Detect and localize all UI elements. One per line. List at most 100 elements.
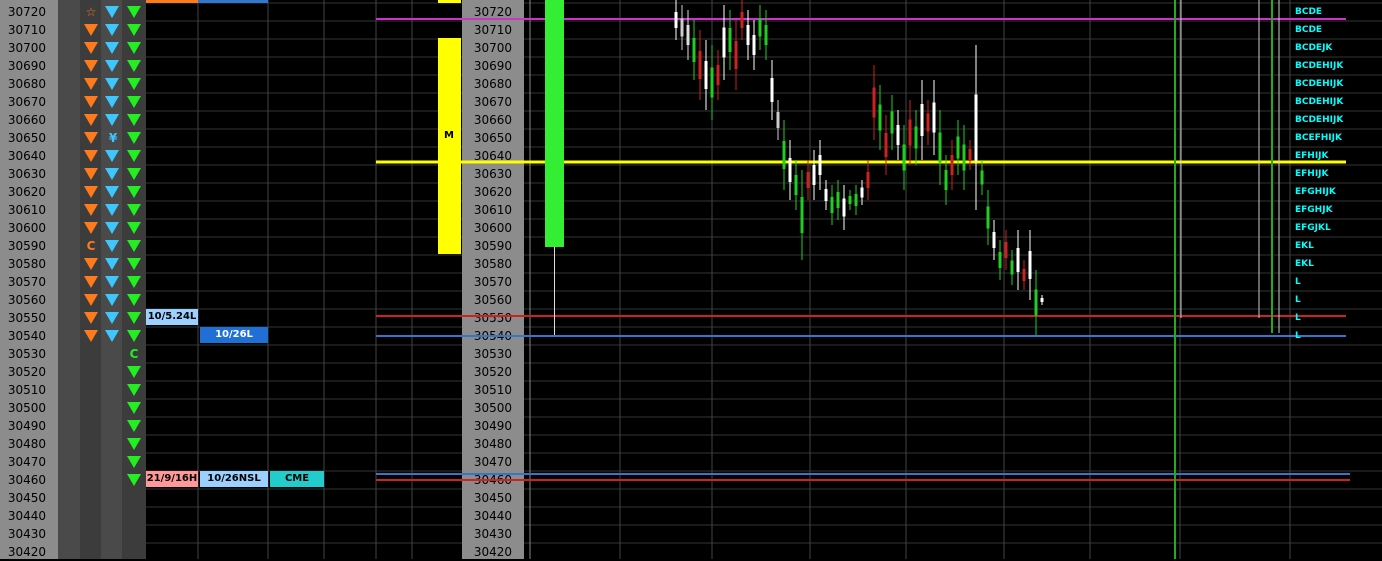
cyan-triangle-icon <box>105 240 119 252</box>
candle-body <box>1028 251 1032 279</box>
candle-body <box>896 125 900 145</box>
tpo-letter-row: BCDE <box>1295 25 1323 35</box>
green-triangle-icon <box>127 276 141 288</box>
tpo-letter-row: EFHIJK <box>1295 151 1329 161</box>
green-triangle-icon <box>127 384 141 396</box>
green-volume-wick <box>554 247 555 335</box>
candle-body <box>698 51 702 79</box>
orange-triangle-icon <box>84 150 98 162</box>
candle-body <box>1010 260 1014 275</box>
candle-body <box>878 104 882 131</box>
orange-triangle-icon <box>84 186 98 198</box>
tag-bottom-3: CME <box>270 471 324 487</box>
tpo-letter-row: L <box>1295 277 1301 287</box>
tpo-letter-row: EFHIJK <box>1295 169 1329 179</box>
cyan-triangle-icon <box>105 186 119 198</box>
orange-triangle-icon <box>84 60 98 72</box>
candle-body <box>710 67 714 98</box>
candle-body <box>836 192 840 208</box>
cyan-triangle-icon <box>105 114 119 126</box>
candle-body <box>824 189 828 201</box>
green-triangle-icon <box>127 366 141 378</box>
cyan-triangle-icon <box>105 222 119 234</box>
cyan-triangle-icon <box>105 294 119 306</box>
candle-body <box>968 149 972 161</box>
tpo-letter-row: BCDEJK <box>1295 43 1333 53</box>
candle-body <box>1004 242 1008 258</box>
green-triangle-icon <box>127 240 141 252</box>
candle-body <box>944 170 948 190</box>
candle-body <box>806 172 810 188</box>
green-triangle-icon <box>127 438 141 450</box>
cyan-triangle-icon <box>105 6 119 18</box>
green-triangle-icon <box>127 42 141 54</box>
tpo-letter-row: BCDEHIJK <box>1295 115 1344 125</box>
c-marker: C <box>86 239 96 253</box>
candle-body <box>866 172 870 188</box>
profile-top-bar <box>438 0 461 3</box>
candle-body <box>842 198 846 217</box>
candle-body <box>884 133 888 157</box>
candle-body <box>704 61 708 89</box>
orange-triangle-icon <box>84 42 98 54</box>
cyan-triangle-icon <box>105 42 119 54</box>
profile-bar-label: M <box>444 130 454 141</box>
candle-body <box>962 144 966 171</box>
cyan-triangle-icon <box>105 60 119 72</box>
candle-body <box>950 155 954 175</box>
candle-body <box>758 18 762 37</box>
cyan-triangle-icon <box>105 96 119 108</box>
cyan-triangle-icon <box>105 312 119 324</box>
cyan-triangle-icon <box>105 258 119 270</box>
candle-body <box>902 144 906 171</box>
c-marker: C <box>129 347 139 361</box>
orange-triangle-icon <box>84 132 98 144</box>
orange-triangle-icon <box>84 294 98 306</box>
green-triangle-icon <box>127 78 141 90</box>
tpo-letter-row: EFGJKL <box>1295 223 1331 233</box>
tag-low-1: 10/5.24L <box>146 309 198 325</box>
candle-body <box>716 65 720 85</box>
candle-body <box>674 12 678 28</box>
candle-body <box>848 196 852 204</box>
value-area-bar <box>438 38 461 254</box>
orange-triangle-icon <box>84 204 98 216</box>
tpo-letter-row: BCDE <box>1295 7 1323 17</box>
orange-triangle-icon <box>84 330 98 342</box>
cyan-triangle-icon <box>105 204 119 216</box>
orange-triangle-icon <box>84 222 98 234</box>
tag-low-2: 10/26L <box>200 327 268 343</box>
cyan-triangle-icon <box>105 276 119 288</box>
green-triangle-icon <box>127 258 141 270</box>
candle-body <box>956 136 960 159</box>
candle-body <box>812 165 816 185</box>
candle-body <box>782 141 786 169</box>
candle-body <box>974 94 978 161</box>
tpo-letter-row: L <box>1295 331 1301 341</box>
candle-body <box>734 41 738 69</box>
candle-body <box>926 113 930 132</box>
candle-body <box>998 252 1002 268</box>
orange-triangle-icon <box>84 24 98 36</box>
cyan-triangle-icon <box>105 330 119 342</box>
tpo-letter-row: BCEFHIJK <box>1295 133 1342 143</box>
orange-triangle-icon <box>84 114 98 126</box>
green-triangle-icon <box>127 330 141 342</box>
tpo-letter-row: BCDEHIJK <box>1295 61 1344 71</box>
green-triangle-icon <box>127 420 141 432</box>
candle-body <box>992 232 996 248</box>
green-triangle-icon <box>127 222 141 234</box>
candle-body <box>890 111 894 134</box>
candle-body <box>764 25 768 45</box>
candle-body <box>1034 289 1038 316</box>
tpo-letter-row: EKL <box>1295 241 1314 251</box>
green-triangle-icon <box>127 312 141 324</box>
cyan-triangle-icon <box>105 168 119 180</box>
candle-body <box>920 104 924 136</box>
candle-body <box>680 18 684 37</box>
orange-triangle-icon <box>84 312 98 324</box>
green-volume-bar <box>545 0 564 247</box>
candle-body <box>1022 269 1026 281</box>
tpo-letter-row: BCDEHIJK <box>1295 79 1344 89</box>
green-triangle-icon <box>127 60 141 72</box>
